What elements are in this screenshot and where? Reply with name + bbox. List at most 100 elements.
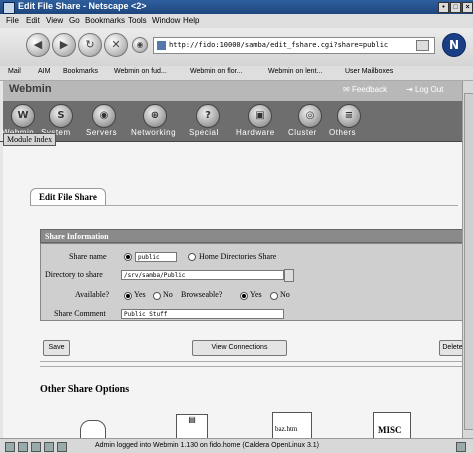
share-info-title: Share Information xyxy=(45,232,109,241)
personal-toolbar: Mail AIM Bookmarks Webmin on fud... Webm… xyxy=(0,66,473,81)
minimize-button[interactable]: • xyxy=(438,2,449,13)
category-hardware[interactable]: Hardware xyxy=(236,128,275,137)
section-rule-bottom xyxy=(40,366,464,367)
window-title-bar: Edit File Share - Netscape <2> • □ × xyxy=(0,0,473,14)
menu-go[interactable]: Go xyxy=(69,16,80,25)
naming-icon-text: baz.htm xyxy=(275,425,298,433)
available-label: Available? xyxy=(75,290,110,299)
navigation-toolbar: ◀ ▶ ↻ ✕ ◉ http://fido:10000/samba/edit_f… xyxy=(0,28,473,67)
back-button[interactable]: ◀ xyxy=(26,33,50,57)
url-text: http://fido:10000/samba/edit_fshare.cgi?… xyxy=(169,41,389,49)
share-name-radio[interactable] xyxy=(124,253,132,261)
webmin-header: Webmin ✉ Feedback ⇥ Log Out xyxy=(3,81,462,101)
cluster-category-icon[interactable]: ◎ xyxy=(298,104,322,128)
category-bar: W S ◉ ⊕ ? ▣ ◎ ≡ xyxy=(3,101,462,141)
webmin-logo: Webmin xyxy=(9,83,52,95)
category-cluster[interactable]: Cluster xyxy=(288,128,317,137)
bookmark-webmin-fud[interactable]: Webmin on fud... xyxy=(114,68,167,75)
page-title: Edit File Share xyxy=(30,188,106,205)
dir-label: Directory to share xyxy=(45,270,103,279)
category-servers[interactable]: Servers xyxy=(86,128,117,137)
menu-help[interactable]: Help xyxy=(183,16,199,25)
servers-category-icon[interactable]: ◉ xyxy=(92,104,116,128)
title-rule xyxy=(30,205,458,206)
bookmark-mail[interactable]: Mail xyxy=(8,68,21,75)
menu-tools[interactable]: Tools xyxy=(128,16,147,25)
maximize-button[interactable]: □ xyxy=(450,2,461,13)
netscape-logo-icon: N xyxy=(442,33,466,57)
reload-button[interactable]: ↻ xyxy=(78,33,102,57)
category-others[interactable]: Others xyxy=(329,128,356,137)
home-dirs-label: Home Directories Share xyxy=(199,252,277,261)
available-no-radio[interactable] xyxy=(153,292,161,300)
available-yes-label: Yes xyxy=(134,290,146,299)
category-networking[interactable]: Networking xyxy=(131,128,176,137)
comment-label: Share Comment xyxy=(54,309,106,318)
system-category-icon[interactable]: S xyxy=(49,104,73,128)
bookmark-webmin-lent[interactable]: Webmin on lent... xyxy=(268,68,322,75)
aim-icon[interactable] xyxy=(31,442,41,452)
browseable-yes-label: Yes xyxy=(250,290,262,299)
dir-input[interactable]: /srv/samba/Public xyxy=(121,270,284,280)
menu-window[interactable]: Window xyxy=(152,16,180,25)
stop-button[interactable]: ✕ xyxy=(104,33,128,57)
networking-category-icon[interactable]: ⊕ xyxy=(143,104,167,128)
feedback-link[interactable]: ✉ Feedback xyxy=(343,85,387,94)
available-yes-radio[interactable] xyxy=(124,292,132,300)
browseable-no-label: No xyxy=(280,290,290,299)
misc-icon-text: MISC xyxy=(378,425,402,435)
feedback-label: Feedback xyxy=(351,85,388,94)
navigator-icon[interactable] xyxy=(5,442,15,452)
module-index-link[interactable]: Module Index xyxy=(3,133,57,146)
browseable-yes-radio[interactable] xyxy=(240,292,248,300)
menu-view[interactable]: View xyxy=(46,16,63,25)
menu-bookmarks[interactable]: Bookmarks xyxy=(85,16,125,25)
browseable-label: Browseable? xyxy=(181,290,223,299)
vertical-scrollbar[interactable] xyxy=(462,81,473,438)
forward-button[interactable]: ▶ xyxy=(52,33,76,57)
status-text: Admin logged into Webmin 1.130 on fido.h… xyxy=(95,442,320,449)
security-icon[interactable] xyxy=(80,420,106,440)
menu-file[interactable]: File xyxy=(6,16,19,25)
url-bar[interactable]: http://fido:10000/samba/edit_fshare.cgi?… xyxy=(153,37,435,54)
save-button[interactable]: Save xyxy=(43,340,70,356)
scrollbar-thumb[interactable] xyxy=(464,93,473,430)
share-name-label: Share name xyxy=(69,252,107,261)
other-options-heading: Other Share Options xyxy=(40,384,130,395)
view-connections-button[interactable]: View Connections xyxy=(192,340,287,356)
home-button[interactable]: ◉ xyxy=(132,37,148,53)
misc-icon[interactable]: MISC xyxy=(373,412,411,440)
menu-bar: File Edit View Go Bookmarks Tools Window… xyxy=(0,14,473,28)
bookmark-aim[interactable]: AIM xyxy=(38,68,50,75)
mail-icon[interactable] xyxy=(18,442,28,452)
logout-link[interactable]: ⇥ Log Out xyxy=(406,85,443,94)
section-rule-top xyxy=(40,361,464,362)
home-dirs-radio[interactable] xyxy=(188,253,196,261)
address-book-icon[interactable] xyxy=(57,442,67,452)
others-category-icon[interactable]: ≡ xyxy=(337,104,361,128)
app-icon xyxy=(3,2,15,14)
share-name-input[interactable]: public xyxy=(135,252,177,262)
bookmark-bookmarks[interactable]: Bookmarks xyxy=(63,68,98,75)
naming-icon[interactable]: baz.htm xyxy=(272,412,312,440)
dir-chooser-button[interactable] xyxy=(284,269,294,282)
comment-input[interactable]: Public Stuff xyxy=(121,309,284,319)
hardware-category-icon[interactable]: ▣ xyxy=(248,104,272,128)
permissions-icon[interactable]: ▤ xyxy=(176,414,208,440)
window-title: Edit File Share - Netscape <2> xyxy=(18,1,147,11)
bookmark-webmin-flor[interactable]: Webmin on flor... xyxy=(190,68,242,75)
status-bar: Admin logged into Webmin 1.130 on fido.h… xyxy=(0,438,473,453)
security-lock-icon xyxy=(456,442,466,452)
url-dropdown-button[interactable] xyxy=(416,40,429,51)
page-icon xyxy=(157,40,166,50)
composer-icon[interactable] xyxy=(44,442,54,452)
special-category-icon[interactable]: ? xyxy=(196,104,220,128)
close-button[interactable]: × xyxy=(462,2,473,13)
category-special[interactable]: Special xyxy=(189,128,219,137)
category-bar-divider xyxy=(0,141,462,142)
menu-edit[interactable]: Edit xyxy=(26,16,40,25)
browseable-no-radio[interactable] xyxy=(270,292,278,300)
bookmark-user-mailboxes[interactable]: User Mailboxes xyxy=(345,68,393,75)
share-info-header: Share Information xyxy=(40,229,470,243)
webmin-category-icon[interactable]: W xyxy=(11,104,35,128)
